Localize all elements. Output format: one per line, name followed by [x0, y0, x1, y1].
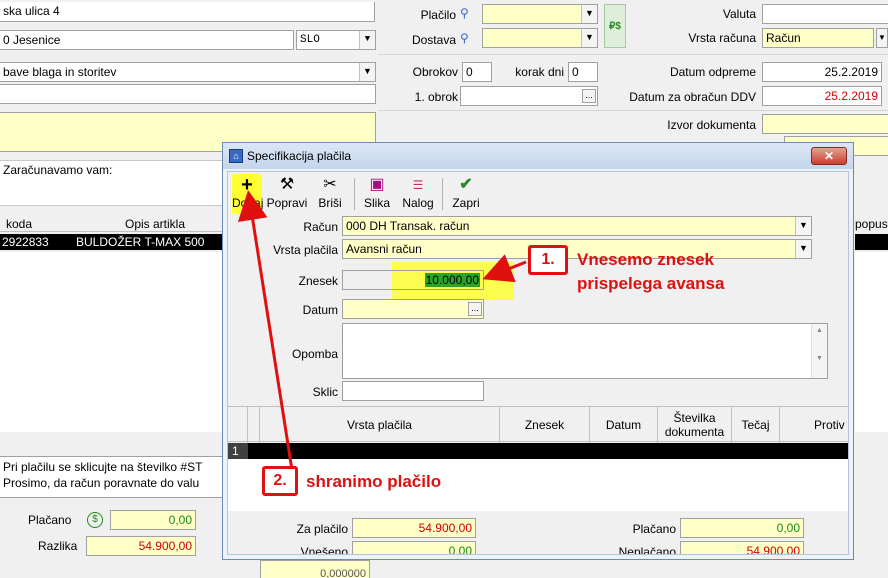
- callout-step-2-text: shranimo plačilo: [306, 472, 442, 491]
- callout-step-1-line1: Vnesemo znesek: [577, 250, 715, 269]
- annotation-arrows: [237, 190, 527, 471]
- arrow-to-dodaj: [237, 190, 294, 471]
- callout-step-2: 2.: [262, 466, 298, 496]
- callout-step-1-line2: prispelega avansa: [577, 274, 725, 293]
- callout-step-1: 1.: [528, 245, 568, 275]
- arrow-to-znesek: [482, 254, 527, 283]
